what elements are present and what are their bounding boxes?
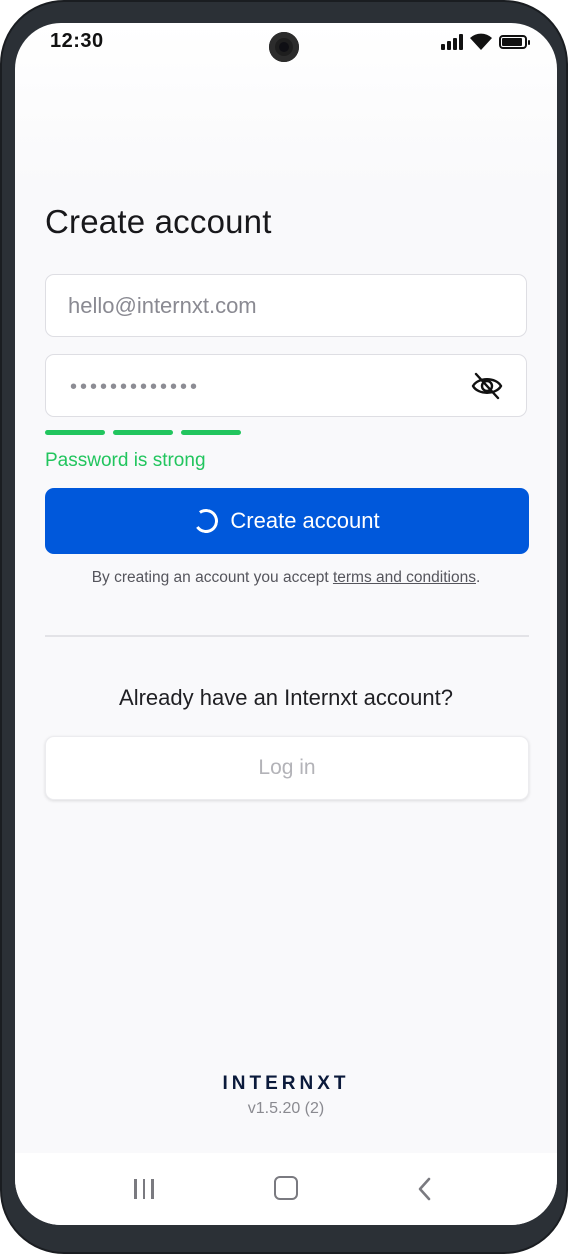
terms-prefix: By creating an account you accept	[91, 569, 333, 586]
brand-logo: INTERNXT	[222, 1073, 350, 1094]
eye-off-icon	[471, 372, 503, 400]
toggle-password-visibility-button[interactable]	[470, 371, 504, 401]
wifi-icon	[470, 33, 492, 50]
strength-segment	[45, 430, 105, 435]
system-nav-bar	[15, 1153, 557, 1225]
login-prompt: Already have an Internxt account?	[119, 685, 453, 710]
status-time: 12:30	[50, 30, 104, 52]
login-button[interactable]: Log in	[45, 736, 529, 800]
divider	[45, 635, 529, 637]
email-input[interactable]	[46, 275, 526, 336]
password-masked-value[interactable]: •••••••••••••	[70, 376, 200, 399]
strength-segment	[113, 430, 173, 435]
password-field[interactable]: •••••••••••••	[45, 354, 527, 417]
recents-icon[interactable]	[134, 1179, 154, 1199]
signal-icon	[441, 34, 463, 50]
email-field[interactable]	[45, 274, 527, 337]
create-account-button[interactable]: Create account	[45, 488, 529, 554]
page-title: Create account	[45, 203, 272, 240]
battery-icon	[499, 35, 530, 49]
strength-segment	[181, 430, 241, 435]
loading-spinner-icon	[192, 507, 221, 535]
login-button-label: Log in	[258, 756, 316, 779]
create-account-button-label: Create account	[230, 508, 380, 533]
app-version: v1.5.20 (2)	[247, 1100, 325, 1117]
phone-frame: 12:30 Create account •••••••••••••	[0, 0, 568, 1254]
password-strength-meter	[45, 430, 241, 435]
screen: 12:30 Create account •••••••••••••	[15, 23, 557, 1225]
password-strength-label: Password is strong	[45, 450, 206, 471]
back-icon[interactable]	[415, 1176, 435, 1202]
terms-link[interactable]: terms and conditions	[333, 569, 476, 586]
status-icons	[441, 31, 530, 53]
terms-notice: By creating an account you accept terms …	[15, 569, 557, 587]
front-camera	[269, 32, 299, 62]
terms-suffix: .	[475, 569, 481, 586]
home-icon[interactable]	[274, 1176, 298, 1200]
